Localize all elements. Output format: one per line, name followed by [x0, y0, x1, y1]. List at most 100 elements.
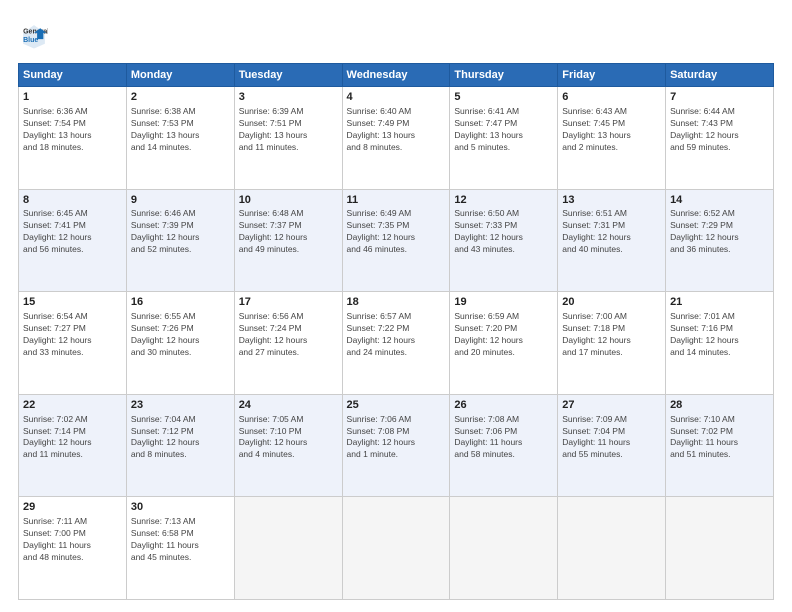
day-info: Sunrise: 6:45 AM Sunset: 7:41 PM Dayligh…: [23, 208, 122, 256]
day-number: 24: [239, 398, 338, 413]
day-info: Sunrise: 6:55 AM Sunset: 7:26 PM Dayligh…: [131, 311, 230, 359]
day-info: Sunrise: 7:08 AM Sunset: 7:06 PM Dayligh…: [454, 414, 553, 462]
header-cell-tuesday: Tuesday: [234, 64, 342, 87]
day-number: 10: [239, 193, 338, 208]
day-info: Sunrise: 6:41 AM Sunset: 7:47 PM Dayligh…: [454, 106, 553, 154]
day-info: Sunrise: 6:57 AM Sunset: 7:22 PM Dayligh…: [347, 311, 446, 359]
day-info: Sunrise: 7:09 AM Sunset: 7:04 PM Dayligh…: [562, 414, 661, 462]
header-cell-thursday: Thursday: [450, 64, 558, 87]
day-info: Sunrise: 6:38 AM Sunset: 7:53 PM Dayligh…: [131, 106, 230, 154]
calendar-cell: 24Sunrise: 7:05 AM Sunset: 7:10 PM Dayli…: [234, 394, 342, 497]
day-info: Sunrise: 6:43 AM Sunset: 7:45 PM Dayligh…: [562, 106, 661, 154]
day-number: 23: [131, 398, 230, 413]
day-number: 17: [239, 295, 338, 310]
day-info: Sunrise: 7:11 AM Sunset: 7:00 PM Dayligh…: [23, 516, 122, 564]
day-number: 22: [23, 398, 122, 413]
calendar-cell: 5Sunrise: 6:41 AM Sunset: 7:47 PM Daylig…: [450, 87, 558, 190]
calendar-cell: 12Sunrise: 6:50 AM Sunset: 7:33 PM Dayli…: [450, 189, 558, 292]
day-number: 30: [131, 500, 230, 515]
day-info: Sunrise: 6:50 AM Sunset: 7:33 PM Dayligh…: [454, 208, 553, 256]
calendar-cell: 21Sunrise: 7:01 AM Sunset: 7:16 PM Dayli…: [666, 292, 774, 395]
day-info: Sunrise: 7:13 AM Sunset: 6:58 PM Dayligh…: [131, 516, 230, 564]
calendar-table: SundayMondayTuesdayWednesdayThursdayFrid…: [18, 63, 774, 600]
day-info: Sunrise: 6:49 AM Sunset: 7:35 PM Dayligh…: [347, 208, 446, 256]
calendar-cell: 16Sunrise: 6:55 AM Sunset: 7:26 PM Dayli…: [126, 292, 234, 395]
day-number: 16: [131, 295, 230, 310]
day-number: 20: [562, 295, 661, 310]
calendar-cell: [450, 497, 558, 600]
day-number: 25: [347, 398, 446, 413]
day-info: Sunrise: 6:48 AM Sunset: 7:37 PM Dayligh…: [239, 208, 338, 256]
svg-text:Blue: Blue: [23, 37, 38, 44]
day-number: 4: [347, 90, 446, 105]
header-cell-sunday: Sunday: [19, 64, 127, 87]
calendar-week-row: 1Sunrise: 6:36 AM Sunset: 7:54 PM Daylig…: [19, 87, 774, 190]
day-info: Sunrise: 6:44 AM Sunset: 7:43 PM Dayligh…: [670, 106, 769, 154]
header: General Blue: [18, 18, 774, 55]
day-number: 8: [23, 193, 122, 208]
day-number: 1: [23, 90, 122, 105]
calendar-week-row: 15Sunrise: 6:54 AM Sunset: 7:27 PM Dayli…: [19, 292, 774, 395]
calendar-header-row: SundayMondayTuesdayWednesdayThursdayFrid…: [19, 64, 774, 87]
day-info: Sunrise: 6:36 AM Sunset: 7:54 PM Dayligh…: [23, 106, 122, 154]
day-number: 2: [131, 90, 230, 105]
calendar-cell: [342, 497, 450, 600]
calendar-cell: 17Sunrise: 6:56 AM Sunset: 7:24 PM Dayli…: [234, 292, 342, 395]
day-number: 19: [454, 295, 553, 310]
header-cell-friday: Friday: [558, 64, 666, 87]
day-number: 7: [670, 90, 769, 105]
day-info: Sunrise: 6:56 AM Sunset: 7:24 PM Dayligh…: [239, 311, 338, 359]
calendar-cell: 18Sunrise: 6:57 AM Sunset: 7:22 PM Dayli…: [342, 292, 450, 395]
calendar-cell: 26Sunrise: 7:08 AM Sunset: 7:06 PM Dayli…: [450, 394, 558, 497]
calendar-cell: 8Sunrise: 6:45 AM Sunset: 7:41 PM Daylig…: [19, 189, 127, 292]
calendar-cell: 23Sunrise: 7:04 AM Sunset: 7:12 PM Dayli…: [126, 394, 234, 497]
day-info: Sunrise: 7:00 AM Sunset: 7:18 PM Dayligh…: [562, 311, 661, 359]
calendar-cell: [666, 497, 774, 600]
day-number: 15: [23, 295, 122, 310]
day-info: Sunrise: 6:40 AM Sunset: 7:49 PM Dayligh…: [347, 106, 446, 154]
day-number: 21: [670, 295, 769, 310]
calendar-cell: 22Sunrise: 7:02 AM Sunset: 7:14 PM Dayli…: [19, 394, 127, 497]
day-info: Sunrise: 6:39 AM Sunset: 7:51 PM Dayligh…: [239, 106, 338, 154]
calendar-cell: 14Sunrise: 6:52 AM Sunset: 7:29 PM Dayli…: [666, 189, 774, 292]
calendar-cell: 7Sunrise: 6:44 AM Sunset: 7:43 PM Daylig…: [666, 87, 774, 190]
calendar-week-row: 22Sunrise: 7:02 AM Sunset: 7:14 PM Dayli…: [19, 394, 774, 497]
calendar-cell: 3Sunrise: 6:39 AM Sunset: 7:51 PM Daylig…: [234, 87, 342, 190]
logo: General Blue: [18, 22, 52, 55]
day-info: Sunrise: 6:51 AM Sunset: 7:31 PM Dayligh…: [562, 208, 661, 256]
calendar-cell: 9Sunrise: 6:46 AM Sunset: 7:39 PM Daylig…: [126, 189, 234, 292]
day-info: Sunrise: 7:05 AM Sunset: 7:10 PM Dayligh…: [239, 414, 338, 462]
calendar-week-row: 29Sunrise: 7:11 AM Sunset: 7:00 PM Dayli…: [19, 497, 774, 600]
calendar-week-row: 8Sunrise: 6:45 AM Sunset: 7:41 PM Daylig…: [19, 189, 774, 292]
logo-icon: General Blue: [20, 22, 48, 50]
day-info: Sunrise: 6:46 AM Sunset: 7:39 PM Dayligh…: [131, 208, 230, 256]
day-info: Sunrise: 6:59 AM Sunset: 7:20 PM Dayligh…: [454, 311, 553, 359]
day-number: 26: [454, 398, 553, 413]
header-cell-saturday: Saturday: [666, 64, 774, 87]
calendar-cell: 13Sunrise: 6:51 AM Sunset: 7:31 PM Dayli…: [558, 189, 666, 292]
page: General Blue SundayMondayTuesdayWednesda…: [0, 0, 792, 612]
day-info: Sunrise: 6:52 AM Sunset: 7:29 PM Dayligh…: [670, 208, 769, 256]
header-cell-wednesday: Wednesday: [342, 64, 450, 87]
calendar-cell: 2Sunrise: 6:38 AM Sunset: 7:53 PM Daylig…: [126, 87, 234, 190]
day-number: 18: [347, 295, 446, 310]
calendar-cell: 6Sunrise: 6:43 AM Sunset: 7:45 PM Daylig…: [558, 87, 666, 190]
day-number: 29: [23, 500, 122, 515]
day-number: 11: [347, 193, 446, 208]
day-number: 9: [131, 193, 230, 208]
calendar-cell: 25Sunrise: 7:06 AM Sunset: 7:08 PM Dayli…: [342, 394, 450, 497]
day-number: 28: [670, 398, 769, 413]
day-info: Sunrise: 7:01 AM Sunset: 7:16 PM Dayligh…: [670, 311, 769, 359]
header-cell-monday: Monday: [126, 64, 234, 87]
day-info: Sunrise: 7:04 AM Sunset: 7:12 PM Dayligh…: [131, 414, 230, 462]
calendar-cell: 28Sunrise: 7:10 AM Sunset: 7:02 PM Dayli…: [666, 394, 774, 497]
day-number: 6: [562, 90, 661, 105]
day-number: 27: [562, 398, 661, 413]
calendar-cell: 29Sunrise: 7:11 AM Sunset: 7:00 PM Dayli…: [19, 497, 127, 600]
calendar-cell: 4Sunrise: 6:40 AM Sunset: 7:49 PM Daylig…: [342, 87, 450, 190]
calendar-cell: 11Sunrise: 6:49 AM Sunset: 7:35 PM Dayli…: [342, 189, 450, 292]
calendar-cell: 15Sunrise: 6:54 AM Sunset: 7:27 PM Dayli…: [19, 292, 127, 395]
calendar-cell: 30Sunrise: 7:13 AM Sunset: 6:58 PM Dayli…: [126, 497, 234, 600]
day-info: Sunrise: 7:10 AM Sunset: 7:02 PM Dayligh…: [670, 414, 769, 462]
day-info: Sunrise: 7:06 AM Sunset: 7:08 PM Dayligh…: [347, 414, 446, 462]
